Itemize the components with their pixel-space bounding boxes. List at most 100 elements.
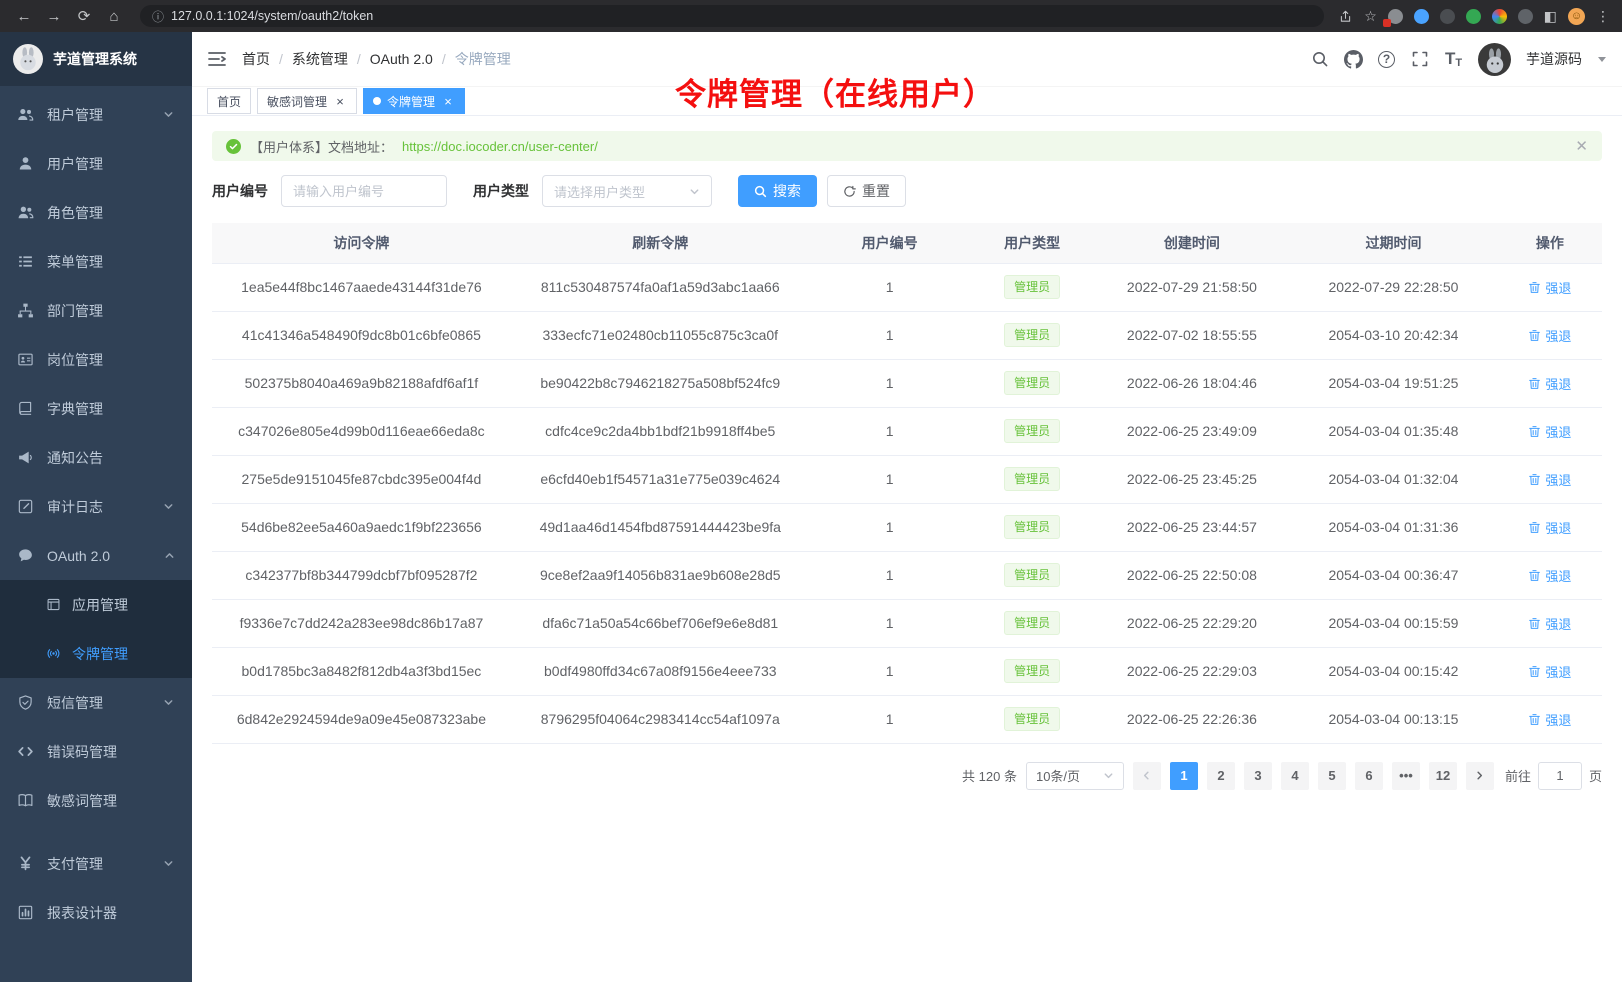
app-logo[interactable]: 芋道管理系统 — [0, 32, 192, 86]
sidebar-item[interactable]: 错误码管理 — [0, 727, 192, 776]
site-info-icon[interactable]: ⓘ — [152, 8, 164, 25]
user-type-badge: 管理员 — [1004, 467, 1060, 491]
fullscreen-icon[interactable] — [1410, 50, 1429, 69]
sidebar-item[interactable]: 审计日志 — [0, 482, 192, 531]
hamburger-icon[interactable] — [207, 49, 227, 69]
sidebar-item[interactable]: 字典管理 — [0, 384, 192, 433]
user-type-select[interactable]: 请选择用户类型 — [542, 175, 712, 207]
next-page-button[interactable] — [1466, 762, 1494, 790]
user-type-badge: 管理员 — [1004, 275, 1060, 299]
tab-close-icon[interactable]: × — [441, 94, 455, 108]
menu-kebab-icon[interactable]: ⋮ — [1596, 8, 1610, 25]
sidebar-item[interactable]: 短信管理 — [0, 678, 192, 727]
profile-avatar-icon[interactable]: ☺ — [1568, 8, 1585, 25]
help-icon[interactable]: ? — [1378, 51, 1395, 68]
share-icon[interactable] — [1338, 9, 1353, 24]
user-id-label: 用户编号 — [212, 181, 268, 201]
sidebar-item[interactable]: 菜单管理 — [0, 237, 192, 286]
sidebar-subitem[interactable]: 令牌管理 — [0, 629, 192, 678]
page-button[interactable]: 4 — [1281, 762, 1309, 790]
page-button[interactable]: 5 — [1318, 762, 1346, 790]
reset-button[interactable]: 重置 — [827, 175, 906, 207]
refresh-cell: be90422b8c7946218275a508bf524fc9 — [511, 359, 810, 407]
alert-close-icon[interactable]: ✕ — [1575, 137, 1588, 155]
page-button[interactable]: 2 — [1207, 762, 1235, 790]
sidebar-item[interactable]: 通知公告 — [0, 433, 192, 482]
expires-cell: 2054-03-04 00:15:42 — [1289, 647, 1498, 695]
doc-link[interactable]: https://doc.iocoder.cn/user-center/ — [402, 139, 598, 154]
tab[interactable]: 令牌管理× — [363, 88, 465, 114]
sidebar-item[interactable]: 支付管理 — [0, 839, 192, 888]
breadcrumb-item[interactable]: OAuth 2.0 — [370, 51, 433, 67]
address-bar[interactable]: ⓘ 127.0.0.1:1024/system/oauth2/token — [140, 5, 1324, 27]
page-button[interactable]: 6 — [1355, 762, 1383, 790]
sidebar-item[interactable]: 敏感词管理 — [0, 776, 192, 825]
user-name[interactable]: 芋道源码 — [1526, 49, 1582, 69]
caret-down-icon[interactable] — [1597, 54, 1607, 64]
megaphone-icon — [17, 449, 34, 466]
home-icon[interactable]: ⌂ — [102, 4, 126, 28]
access-cell: b0d1785bc3a8482f812db4a3f3bd15ec — [212, 647, 511, 695]
page-button[interactable]: 1 — [1170, 762, 1198, 790]
user-type-badge: 管理员 — [1004, 515, 1060, 539]
search-button[interactable]: 搜索 — [738, 175, 817, 207]
user-avatar[interactable] — [1478, 43, 1511, 76]
list-icon — [17, 253, 34, 270]
extension-icon[interactable] — [1388, 9, 1403, 24]
force-logout-button[interactable]: 强退 — [1528, 470, 1571, 489]
tab[interactable]: 敏感词管理× — [257, 88, 357, 114]
github-icon[interactable] — [1344, 50, 1363, 69]
sidebar-item[interactable]: 部门管理 — [0, 286, 192, 335]
page-size-select[interactable]: 10条/页 — [1026, 762, 1124, 790]
force-logout-button[interactable]: 强退 — [1528, 614, 1571, 633]
extension-icon[interactable] — [1492, 9, 1507, 24]
refresh-cell: e6cfd40eb1f54571a31e775e039c4624 — [511, 455, 810, 503]
extension-icon[interactable] — [1440, 9, 1455, 24]
breadcrumb-item[interactable]: 首页 — [242, 49, 270, 69]
forward-icon[interactable]: → — [42, 4, 66, 28]
force-logout-button[interactable]: 强退 — [1528, 326, 1571, 345]
sidebar-item[interactable]: 岗位管理 — [0, 335, 192, 384]
created-cell: 2022-06-26 18:04:46 — [1095, 359, 1290, 407]
font-size-icon[interactable]: TT — [1444, 50, 1463, 69]
goto-page-input[interactable] — [1538, 762, 1582, 790]
prev-page-button[interactable] — [1133, 762, 1161, 790]
sidebar: 芋道管理系统 租户管理用户管理角色管理菜单管理部门管理岗位管理字典管理通知公告审… — [0, 32, 192, 982]
active-dot — [373, 97, 381, 105]
force-logout-button[interactable]: 强退 — [1528, 374, 1571, 393]
refresh-cell: dfa6c71a50a54c66bef706ef9e6e8d81 — [511, 599, 810, 647]
breadcrumb-item[interactable]: 系统管理 — [292, 49, 348, 69]
chevron-down-icon — [163, 858, 175, 869]
page-button[interactable]: 12 — [1429, 762, 1457, 790]
sidebar-item[interactable]: 租户管理 — [0, 90, 192, 139]
extension-icon[interactable] — [1414, 9, 1429, 24]
extension-icon[interactable] — [1466, 9, 1481, 24]
action-cell: 强退 — [1498, 455, 1602, 503]
back-icon[interactable]: ← — [12, 4, 36, 28]
sidebar-item[interactable]: 角色管理 — [0, 188, 192, 237]
table-row: 502375b8040a469a9b82188afdf6af1fbe90422b… — [212, 359, 1602, 407]
page-button[interactable]: 3 — [1244, 762, 1272, 790]
search-icon[interactable] — [1310, 50, 1329, 69]
tab[interactable]: 首页 — [207, 88, 251, 114]
more-pages-button[interactable]: ••• — [1392, 762, 1420, 790]
tab-close-icon[interactable]: × — [333, 94, 347, 108]
sidebar-item[interactable]: 用户管理 — [0, 139, 192, 188]
force-logout-button[interactable]: 强退 — [1528, 422, 1571, 441]
extension-icon[interactable] — [1518, 9, 1533, 24]
reload-icon[interactable]: ⟳ — [72, 4, 96, 28]
darkmode-icon[interactable]: ◧ — [1544, 8, 1557, 25]
bookmark-star-icon[interactable]: ☆ — [1364, 8, 1377, 25]
user-type-cell: 管理员 — [970, 359, 1095, 407]
sidebar-item[interactable]: OAuth 2.0 — [0, 531, 192, 580]
force-logout-button[interactable]: 强退 — [1528, 662, 1571, 681]
force-logout-button[interactable]: 强退 — [1528, 566, 1571, 585]
force-logout-button[interactable]: 强退 — [1528, 710, 1571, 729]
sidebar-subitem[interactable]: 应用管理 — [0, 580, 192, 629]
user-type-badge: 管理员 — [1004, 371, 1060, 395]
sidebar-item[interactable]: 报表设计器 — [0, 888, 192, 937]
user-id-input[interactable] — [281, 175, 447, 207]
force-logout-button[interactable]: 强退 — [1528, 278, 1571, 297]
user-id-cell: 1 — [810, 359, 970, 407]
force-logout-button[interactable]: 强退 — [1528, 518, 1571, 537]
